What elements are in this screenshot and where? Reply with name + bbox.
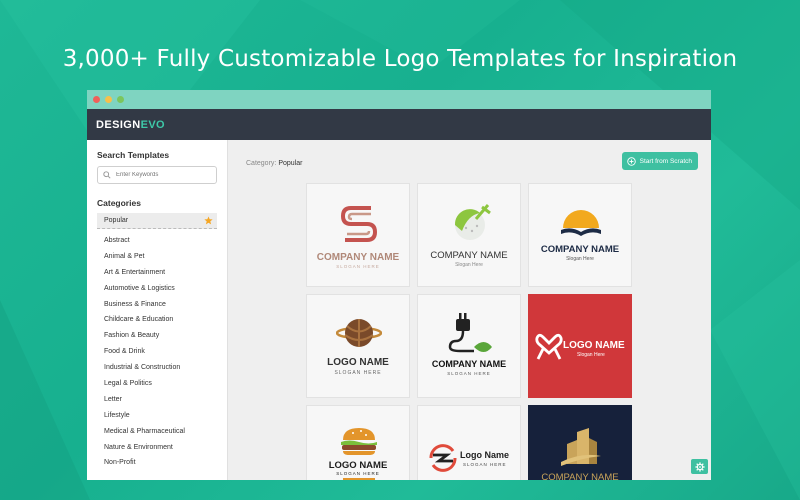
close-window-button[interactable]: [93, 96, 100, 103]
template-name: LOGO NAME: [328, 460, 388, 471]
gold-buildings-icon: [561, 428, 601, 466]
template-name: LOGO NAME: [563, 340, 625, 351]
plug-leaf-icon: [448, 313, 492, 353]
category-item[interactable]: Business & Finance: [97, 297, 227, 313]
burger-base-shape: [343, 478, 375, 480]
category-item[interactable]: Lifestyle: [97, 408, 227, 424]
app-header: DESIGNEVO: [87, 109, 711, 140]
burger-icon: [341, 428, 377, 455]
category-item[interactable]: Legal & Politics: [97, 376, 227, 392]
current-category: Category: Popular: [246, 160, 303, 167]
template-card[interactable]: COMPANY NAME Slogan Here: [417, 183, 521, 287]
category-item[interactable]: Automotive & Logistics: [97, 281, 227, 297]
heart-ribbon-icon: [535, 333, 563, 360]
sidebar: Search Templates Categories Popular Abst…: [87, 140, 228, 480]
template-name: COMPANY NAME: [431, 359, 507, 369]
template-slogan: SLOGAN HERE: [336, 264, 380, 269]
star-icon: [204, 216, 213, 225]
category-list: Abstract Animal & Pet Art & Entertainmen…: [97, 233, 227, 471]
category-item[interactable]: Animal & Pet: [97, 249, 227, 265]
category-item[interactable]: Food & Drink: [97, 344, 227, 360]
s-ribbon-icon: [340, 206, 378, 242]
category-label: Popular: [104, 217, 129, 224]
template-name: COMPANY NAME: [540, 244, 620, 255]
template-slogan: SLOGAN HERE: [463, 462, 507, 467]
lightning-circle-icon: [429, 444, 457, 472]
template-slogan: SLOGAN HERE: [447, 371, 491, 376]
template-grid: COMPANY NAME SLOGAN HERE COMPANY NAME Sl…: [306, 183, 632, 480]
plus-circle-icon: [626, 156, 636, 166]
sun-book-icon: [561, 210, 601, 236]
category-item[interactable]: Childcare & Education: [97, 312, 227, 328]
template-gallery: Category: Popular Start from Scratch COM…: [228, 140, 711, 480]
category-item[interactable]: Art & Entertainment: [97, 265, 227, 281]
headline: 3,000+ Fully Customizable Logo Templates…: [62, 46, 738, 72]
template-card[interactable]: LOGO NAME SLOGAN HERE: [306, 294, 410, 398]
settings-button[interactable]: [691, 459, 708, 474]
template-card[interactable]: COMPANY NAME SLOGAN HERE: [417, 294, 521, 398]
minimize-window-button[interactable]: [105, 96, 112, 103]
category-item[interactable]: Fashion & Beauty: [97, 328, 227, 344]
search-input[interactable]: [116, 172, 211, 178]
category-item[interactable]: Letter: [97, 392, 227, 408]
categories-title: Categories: [97, 198, 141, 208]
category-item[interactable]: Nature & Environment: [97, 440, 227, 456]
template-slogan: SLOGAN HERE: [336, 471, 380, 476]
template-card[interactable]: Logo Name SLOGAN HERE: [417, 405, 521, 480]
template-card[interactable]: LOGO NAME Slogan Here: [528, 294, 632, 398]
template-name: Logo Name: [460, 450, 510, 460]
category-item[interactable]: Industrial & Construction: [97, 360, 227, 376]
search-icon: [103, 171, 111, 179]
template-card[interactable]: COMPANY NAME SLOGAN HERE: [306, 183, 410, 287]
search-templates-title: Search Templates: [97, 150, 170, 160]
template-name: LOGO NAME: [327, 357, 389, 368]
category-item-popular[interactable]: Popular: [97, 213, 217, 229]
category-item[interactable]: Abstract: [97, 233, 227, 249]
template-slogan: SLOGAN HERE: [334, 370, 382, 376]
app-window: DESIGNEVO Search Templates Categories Po…: [87, 90, 711, 480]
template-card[interactable]: COMPANY NAME: [528, 405, 632, 480]
template-name: COMPANY NAME: [430, 250, 508, 261]
start-from-scratch-button[interactable]: Start from Scratch: [621, 152, 698, 170]
golf-ball-icon: [454, 204, 491, 240]
template-slogan: Slogan Here: [577, 352, 605, 358]
gear-icon: [694, 461, 705, 472]
maximize-window-button[interactable]: [117, 96, 124, 103]
brand-logo[interactable]: DESIGNEVO: [96, 119, 165, 131]
search-box[interactable]: [97, 166, 217, 184]
category-item[interactable]: Non-Profit: [97, 455, 227, 471]
template-slogan: Slogan Here: [566, 256, 594, 262]
template-name: COMPANY NAME: [541, 472, 619, 480]
template-card[interactable]: COMPANY NAME Slogan Here: [528, 183, 632, 287]
template-name: COMPANY NAME: [316, 252, 400, 263]
category-item[interactable]: Medical & Pharmaceutical: [97, 424, 227, 440]
globe-sphere-icon: [336, 319, 382, 347]
template-card[interactable]: LOGO NAME SLOGAN HERE: [306, 405, 410, 480]
title-bar: [87, 90, 711, 109]
template-slogan: Slogan Here: [455, 262, 483, 268]
